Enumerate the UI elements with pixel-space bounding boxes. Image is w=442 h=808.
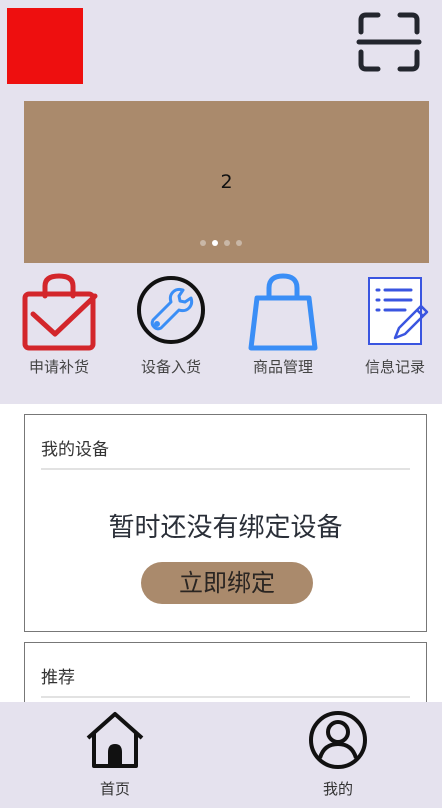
carousel-indicator xyxy=(0,240,442,250)
header-area: 2 申请补货 设备入货 商品管理 信息记录 xyxy=(0,0,442,404)
scan-icon xyxy=(356,12,422,72)
carousel-dot-active[interactable] xyxy=(212,240,218,246)
carousel-dot[interactable] xyxy=(200,240,206,246)
tab-home[interactable]: 首页 xyxy=(65,710,165,800)
bag-check-icon xyxy=(22,273,98,351)
empty-state-message: 暂时还没有绑定设备 xyxy=(108,513,343,543)
quick-action-restock[interactable]: 申请补货 xyxy=(4,272,114,382)
divider xyxy=(41,696,410,698)
user-icon xyxy=(309,711,367,769)
home-icon xyxy=(86,712,144,768)
quick-action-label: 商品管理 xyxy=(252,358,313,376)
quick-action-product-manage[interactable]: 商品管理 xyxy=(228,272,338,382)
my-devices-card: 我的设备 暂时还没有绑定设备 立即绑定 xyxy=(24,414,427,632)
divider xyxy=(41,468,410,470)
card-title: 我的设备 xyxy=(41,440,109,460)
quick-action-label: 信息记录 xyxy=(364,358,425,376)
bottom-tab-bar: 首页 我的 xyxy=(0,702,442,808)
banner-carousel[interactable]: 2 xyxy=(24,101,429,263)
tab-mine[interactable]: 我的 xyxy=(288,710,388,800)
tab-label: 首页 xyxy=(99,780,130,798)
quick-action-label: 设备入货 xyxy=(140,358,201,376)
banner-slide-number: 2 xyxy=(220,171,233,193)
bind-device-button[interactable]: 立即绑定 xyxy=(141,562,313,604)
quick-action-info-records[interactable]: 信息记录 xyxy=(340,272,442,382)
notepad-icon xyxy=(368,277,429,345)
quick-action-label: 申请补货 xyxy=(28,358,89,376)
scan-button[interactable] xyxy=(356,10,422,74)
card-title: 推荐 xyxy=(41,668,75,688)
tab-label: 我的 xyxy=(322,780,353,798)
shopping-bag-icon xyxy=(248,273,318,351)
carousel-dot[interactable] xyxy=(236,240,242,246)
logo xyxy=(7,8,83,84)
wrench-icon xyxy=(137,276,205,344)
carousel-dot[interactable] xyxy=(224,240,230,246)
quick-action-device-stock[interactable]: 设备入货 xyxy=(116,272,226,382)
